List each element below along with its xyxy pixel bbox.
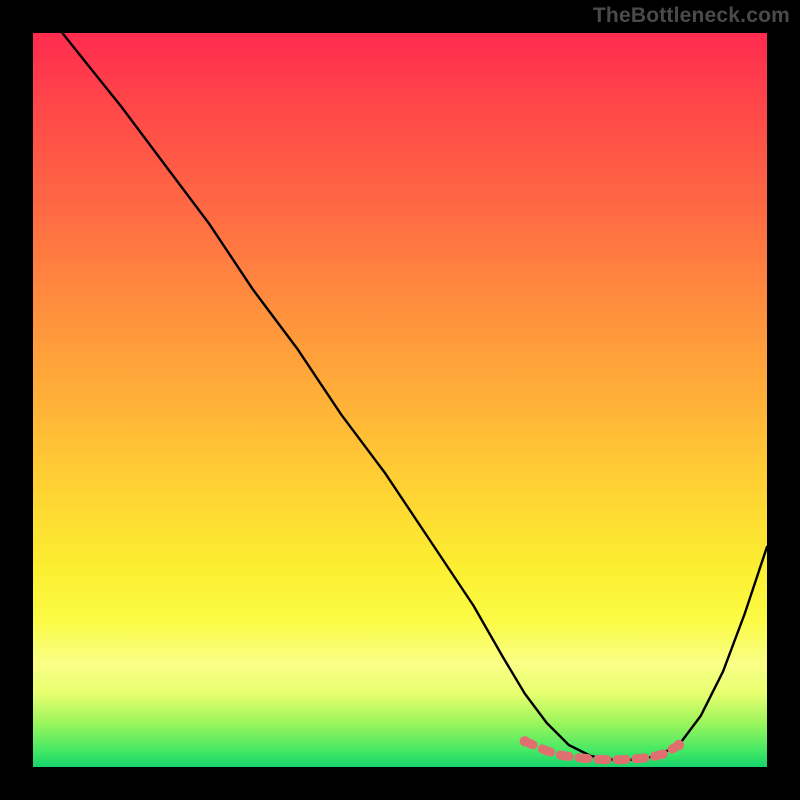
watermark-label: TheBottleneck.com bbox=[593, 4, 790, 28]
chart-frame: TheBottleneck.com bbox=[0, 0, 800, 800]
curve-line bbox=[62, 33, 767, 760]
highlight-endpoint bbox=[520, 736, 530, 746]
plot-area bbox=[33, 33, 767, 767]
chart-svg bbox=[33, 33, 767, 767]
highlight-series bbox=[520, 736, 685, 760]
highlight-path bbox=[525, 741, 679, 759]
highlight-endpoint bbox=[674, 740, 684, 750]
curve-series bbox=[62, 33, 767, 760]
